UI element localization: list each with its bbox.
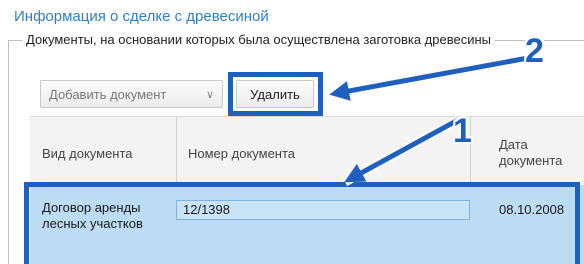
annotation-number-2: 2 [525,32,544,70]
annotation-arrows [329,53,529,186]
annotation-number-1: 1 [453,112,472,150]
